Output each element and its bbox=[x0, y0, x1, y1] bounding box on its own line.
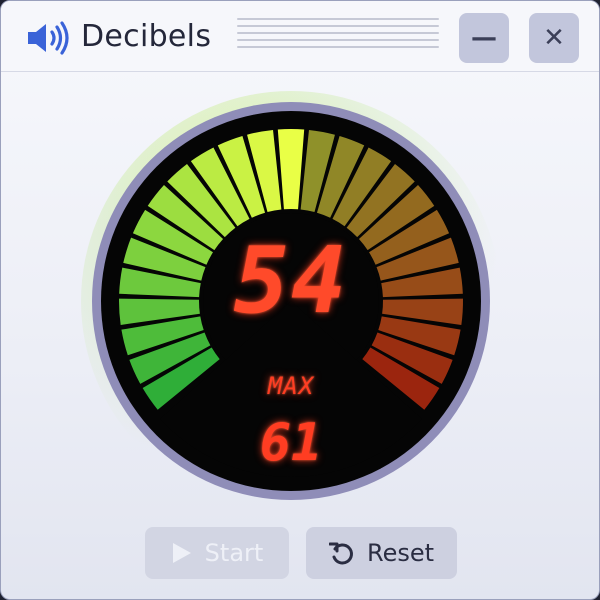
reset-icon bbox=[328, 542, 353, 565]
minimize-icon: — bbox=[471, 23, 497, 53]
start-button[interactable]: Start bbox=[145, 527, 289, 579]
title-grip[interactable] bbox=[237, 18, 439, 56]
decibels-window: Decibels — ✕ 54 MAX 61 Start Reset bbox=[0, 0, 600, 600]
max-db-readout: 61 bbox=[259, 413, 323, 473]
window-title: Decibels bbox=[81, 19, 212, 54]
start-button-label: Start bbox=[204, 539, 264, 567]
reset-button-label: Reset bbox=[366, 539, 435, 567]
decibel-gauge: 54 MAX 61 bbox=[81, 91, 501, 511]
current-db-readout: 54 bbox=[233, 227, 349, 334]
minimize-button[interactable]: — bbox=[459, 13, 509, 63]
speaker-icon bbox=[28, 21, 69, 55]
max-label: MAX bbox=[267, 372, 315, 400]
reset-button[interactable]: Reset bbox=[306, 527, 457, 579]
close-button[interactable]: ✕ bbox=[529, 13, 579, 63]
title-bar[interactable]: Decibels — ✕ bbox=[1, 1, 599, 72]
play-icon bbox=[172, 543, 191, 563]
close-icon: ✕ bbox=[543, 23, 565, 53]
